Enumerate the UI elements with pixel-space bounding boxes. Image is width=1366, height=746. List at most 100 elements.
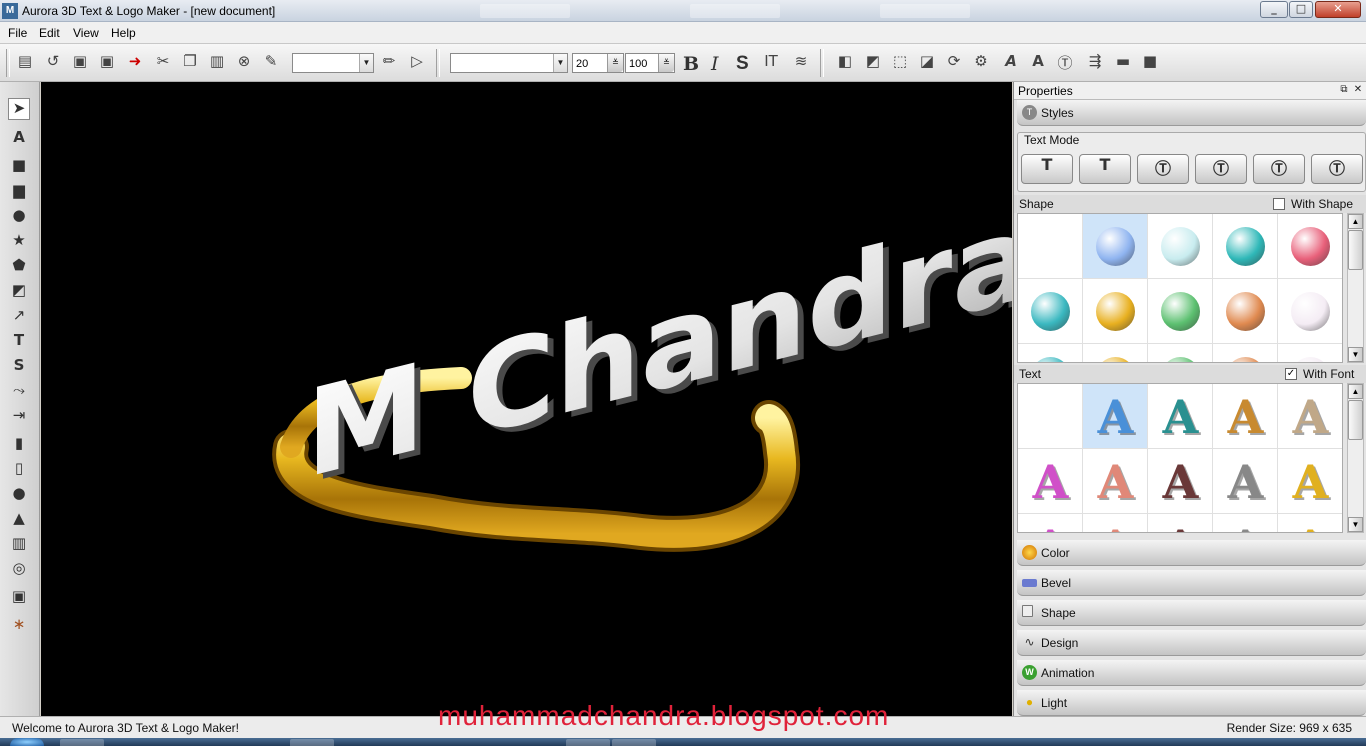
tube-icon[interactable]: ▥ [8,534,30,556]
taskbar-item[interactable] [566,739,610,746]
cylinder-icon[interactable]: ▯ [8,459,30,481]
text-tool-icon[interactable]: A [8,128,30,150]
text-mode-hollow-button[interactable]: Ⓣ [1311,154,1363,184]
text-style-cell[interactable]: A [1278,449,1342,514]
italic-button[interactable]: I [711,53,719,75]
text-italic-3d-icon[interactable]: A [1000,52,1022,74]
text-style-cell[interactable]: A [1213,514,1278,532]
cube-solid-icon[interactable]: ◪ [916,52,938,74]
menu-edit[interactable]: Edit [39,26,60,40]
pentagon-icon[interactable]: ⬟ [8,256,30,278]
shape-section-header[interactable]: Shape [1017,600,1366,626]
star-icon[interactable]: ★ [8,231,30,253]
text-style-cell[interactable] [1018,384,1083,449]
settings-icon[interactable]: ⚙ [970,52,992,74]
open-icon[interactable]: ↺ [42,52,64,74]
scroll-thumb[interactable] [1348,230,1363,270]
close-icon[interactable]: ✕ [1315,1,1361,18]
chevron-down-icon[interactable]: ▼ [553,54,567,72]
restore-icon[interactable]: ⧉ [1338,84,1350,96]
menu-help[interactable]: Help [111,26,136,40]
close-icon[interactable]: ✕ [1352,84,1364,96]
text-mode-icon[interactable]: Ⓣ [1054,52,1076,74]
frame-icon[interactable]: ■ [1139,52,1161,74]
text-style-cell[interactable]: A [1148,514,1213,532]
scroll-up-icon[interactable]: ▲ [1348,214,1363,229]
shape-style-cell[interactable] [1148,279,1213,344]
sphere-icon[interactable]: ● [8,484,30,506]
shape-style-cell[interactable] [1083,214,1148,279]
minimize-icon[interactable]: _ [1260,1,1288,18]
shape-style-cell[interactable] [1018,279,1083,344]
styles-section-header[interactable]: T Styles [1017,100,1366,126]
design-canvas[interactable]: M Chandra M Chandra [41,82,1012,716]
shape-style-cell[interactable] [1213,279,1278,344]
text-mode-extrude-button[interactable]: T [1079,154,1131,184]
shape-style-cell[interactable] [1278,214,1342,279]
scroll-down-icon[interactable]: ▼ [1348,347,1363,362]
paste-icon[interactable]: ▥ [206,52,228,74]
symbol-icon[interactable]: S [8,356,30,378]
new-document-icon[interactable]: ▤ [14,52,36,74]
text-style-cell[interactable]: A [1018,514,1083,532]
cone-icon[interactable]: ▲ [8,509,30,531]
with-font-checkbox[interactable]: ✓ [1285,368,1297,380]
start-button[interactable] [10,738,44,746]
scroll-up-icon[interactable]: ▲ [1348,384,1363,399]
chevron-down-icon[interactable]: ▼ [359,54,373,72]
text-style-cell[interactable]: A [1148,384,1213,449]
shape-style-cell[interactable] [1213,214,1278,279]
text-scrollbar[interactable]: ▲ ▼ [1347,383,1364,533]
layer-icon[interactable]: ▬ [1112,52,1134,74]
play-icon[interactable]: ▷ [406,52,428,74]
taskbar-item[interactable] [60,739,104,746]
text-mode-round-button[interactable]: Ⓣ [1137,154,1189,184]
cut-icon[interactable]: ✂ [152,52,174,74]
shape-style-cell[interactable] [1083,344,1148,362]
save-icon[interactable]: ▣ [69,52,91,74]
shape-scrollbar[interactable]: ▲ ▼ [1347,213,1364,363]
text-style-cell[interactable]: A [1018,449,1083,514]
bevel-section-header[interactable]: Bevel [1017,570,1366,596]
shape-style-cell[interactable] [1148,344,1213,362]
delete-icon[interactable]: ⊗ [233,52,255,74]
maximize-icon[interactable]: □ [1289,1,1313,18]
shape-fold-icon[interactable]: ◩ [8,281,30,303]
shape-style-cell[interactable] [1018,344,1083,362]
shape-style-cell[interactable] [1213,344,1278,362]
shape-style-cell[interactable] [1148,214,1213,279]
text-spacing-icon[interactable]: ⅠT [760,52,782,74]
cube-select-icon[interactable]: ◩ [862,52,884,74]
text-mode-bevel-button[interactable]: Ⓣ [1195,154,1247,184]
strike-button[interactable]: S [736,53,749,75]
scale-field[interactable]: 100 ≚ [625,53,675,73]
circle-icon[interactable]: ● [8,206,30,228]
text-block-icon[interactable]: T [8,331,30,353]
box-icon[interactable]: ▮ [8,434,30,456]
menu-view[interactable]: View [73,26,99,40]
import-icon[interactable]: ⇥ [8,406,30,428]
spin-icon[interactable]: ≚ [607,54,623,72]
shape-style-cell[interactable] [1278,279,1342,344]
text-style-cell[interactable]: A [1278,514,1342,532]
text-style-cell[interactable]: A [1213,449,1278,514]
rectangle-icon[interactable]: ■ [8,156,30,178]
pencil-icon[interactable]: ✏ [378,52,400,74]
font-size-field[interactable]: 20 ≚ [572,53,624,73]
cube-icon[interactable]: ◧ [834,52,856,74]
taskbar-item[interactable] [290,739,334,746]
image-icon[interactable]: ▣ [8,587,30,609]
text-style-cell[interactable]: A [1213,384,1278,449]
style-combo[interactable]: ▼ [292,53,374,73]
rounded-rectangle-icon[interactable]: ▆ [8,181,30,203]
cube-transform-icon[interactable]: ⬚ [889,52,911,74]
bold-button[interactable]: B [683,53,699,75]
text-style-cell[interactable]: A [1083,449,1148,514]
design-section-header[interactable]: ∿ Design [1017,630,1366,656]
torus-icon[interactable]: ◎ [8,559,30,581]
text-style-cell[interactable]: A [1278,384,1342,449]
animation-section-header[interactable]: W Animation [1017,660,1366,686]
select-arrow-icon[interactable]: ➤ [8,98,30,120]
scroll-thumb[interactable] [1348,400,1363,440]
copy-icon[interactable]: ❐ [179,52,201,74]
